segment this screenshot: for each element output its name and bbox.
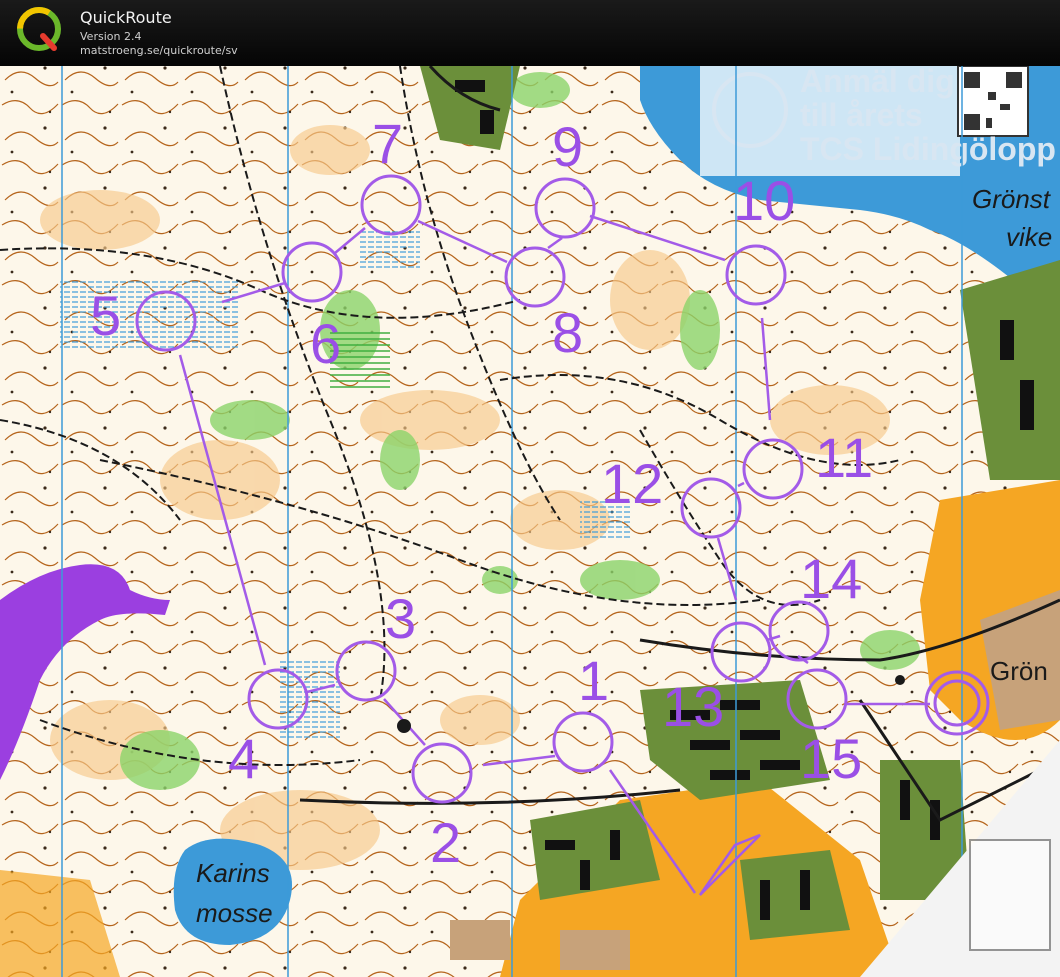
control-number-4: 4: [228, 727, 259, 790]
control-number-1: 1: [578, 649, 609, 712]
app-url-link[interactable]: matstroeng.se/quickroute/sv: [80, 44, 238, 57]
ad-line-1: Anmäl dig: [800, 66, 955, 99]
control-number-13: 13: [662, 675, 724, 738]
control-number-2: 2: [430, 811, 461, 874]
map-canvas: Anmäl dig till årets TCS Lidingölopp Grö…: [0, 66, 1060, 977]
control-number-7: 7: [372, 112, 403, 175]
app-header: QuickRoute Version 2.4 matstroeng.se/qui…: [0, 0, 1060, 66]
control-number-11: 11: [815, 426, 873, 489]
control-number-10: 10: [733, 169, 795, 232]
control-number-15: 15: [800, 727, 862, 790]
place-label-gronst: Grönst: [972, 184, 1052, 214]
control-number-9: 9: [552, 115, 583, 178]
place-label-mosse: mosse: [196, 898, 273, 928]
qr-code-icon-2: [969, 839, 1051, 951]
control-number-12: 12: [601, 452, 663, 515]
control-number-8: 8: [552, 301, 583, 364]
orienteering-map[interactable]: Anmäl dig till årets TCS Lidingölopp Grö…: [0, 66, 1060, 977]
control-number-3: 3: [385, 587, 416, 650]
control-number-5: 5: [90, 284, 121, 347]
app-version: Version 2.4: [80, 30, 142, 43]
ad-line-3: TCS Lidingölopp: [800, 131, 1056, 167]
quickroute-logo-icon: [17, 7, 61, 51]
control-number-6: 6: [310, 312, 341, 375]
place-label-karins: Karins: [196, 858, 270, 888]
ad-line-2: till årets: [800, 97, 923, 133]
control-number-14: 14: [800, 547, 862, 610]
app-title: QuickRoute: [80, 8, 172, 27]
place-label-vike: vike: [1006, 222, 1052, 252]
boulder-icon: [397, 719, 411, 733]
place-label-gron: Grön: [990, 656, 1048, 686]
